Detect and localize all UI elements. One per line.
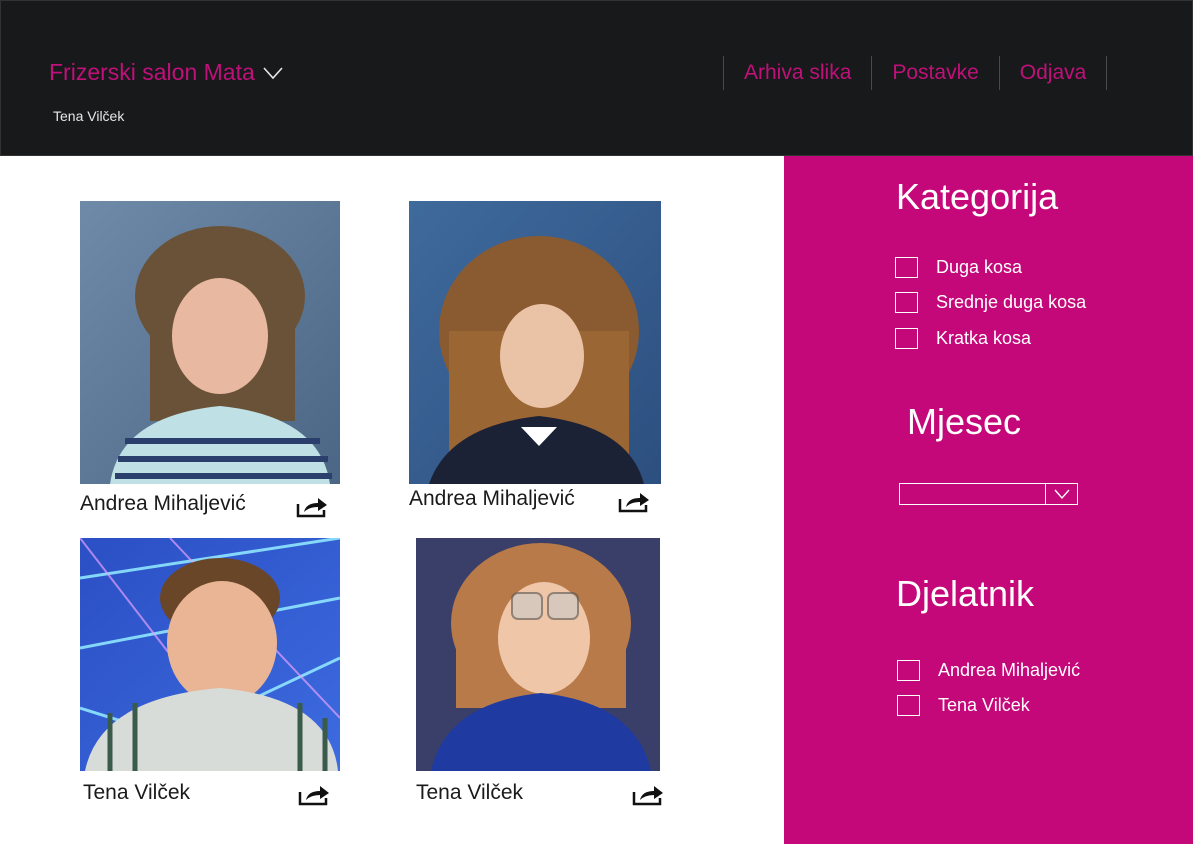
- category-label: Kratka kosa: [936, 328, 1032, 348]
- share-icon[interactable]: [296, 496, 328, 518]
- salon-selector[interactable]: Frizerski salon Mata: [49, 59, 283, 86]
- filter-sidebar: Kategorija Duga kosa Srednje duga kosa K…: [784, 156, 1193, 844]
- category-checkbox-srednje-duga-kosa[interactable]: Srednje duga kosa: [895, 292, 1086, 313]
- category-label: Srednje duga kosa: [936, 292, 1087, 312]
- portrait-image: [409, 201, 661, 484]
- chevron-down-icon: [263, 66, 283, 79]
- checkbox[interactable]: [897, 695, 920, 716]
- photo-caption: Andrea Mihaljević: [80, 492, 246, 515]
- month-select[interactable]: [899, 483, 1078, 505]
- portrait-image: [416, 538, 660, 771]
- current-user-name: Tena Vilček: [53, 108, 125, 124]
- checkbox[interactable]: [895, 257, 918, 278]
- month-select-value: [900, 484, 1045, 504]
- photo-caption: Andrea Mihaljević: [409, 487, 575, 510]
- employee-title: Djelatnik: [896, 573, 1035, 614]
- checkbox[interactable]: [897, 660, 920, 681]
- nav-odjava[interactable]: Odjava: [998, 56, 1108, 90]
- category-checkbox-duga-kosa[interactable]: Duga kosa: [895, 257, 1022, 278]
- main-nav: Arhiva slika Postavke Odjava: [723, 56, 1108, 90]
- nav-arhiva-slika[interactable]: Arhiva slika: [723, 56, 871, 90]
- checkbox[interactable]: [895, 328, 918, 349]
- category-title: Kategorija: [896, 176, 1059, 217]
- month-select-toggle[interactable]: [1045, 484, 1077, 504]
- photo-thumbnail[interactable]: [416, 538, 660, 771]
- salon-name: Frizerski salon Mata: [49, 59, 255, 85]
- category-label: Duga kosa: [936, 257, 1023, 277]
- chevron-down-icon: [1053, 489, 1070, 499]
- photo-thumbnail[interactable]: [80, 538, 340, 771]
- photo-thumbnail[interactable]: [80, 201, 340, 484]
- photo-caption: Tena Vilček: [416, 781, 524, 804]
- share-icon[interactable]: [298, 784, 330, 806]
- employee-checkbox-tena[interactable]: Tena Vilček: [897, 695, 1030, 716]
- photo-thumbnail[interactable]: [409, 201, 661, 484]
- checkbox[interactable]: [895, 292, 918, 313]
- employee-label: Tena Vilček: [938, 695, 1030, 715]
- share-icon[interactable]: [632, 784, 664, 806]
- portrait-image: [80, 538, 340, 771]
- portrait-image: [80, 201, 340, 484]
- nav-postavke[interactable]: Postavke: [871, 56, 998, 90]
- employee-label: Andrea Mihaljević: [938, 660, 1081, 680]
- employee-checkbox-andrea[interactable]: Andrea Mihaljević: [897, 660, 1080, 681]
- category-checkbox-kratka-kosa[interactable]: Kratka kosa: [895, 328, 1031, 349]
- top-bar: Frizerski salon Mata Tena Vilček Arhiva …: [0, 0, 1193, 156]
- share-icon[interactable]: [618, 491, 650, 513]
- month-title: Mjesec: [907, 401, 1022, 442]
- photo-caption: Tena Vilček: [83, 781, 191, 804]
